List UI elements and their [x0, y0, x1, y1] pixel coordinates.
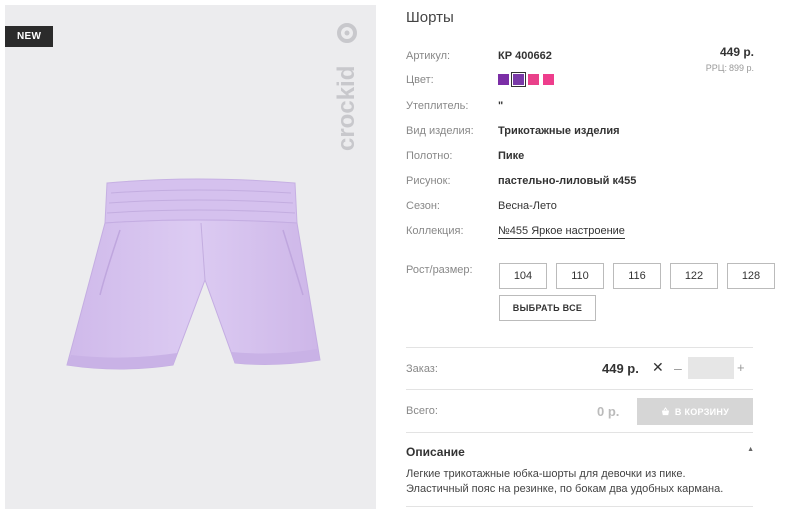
color-swatches	[498, 72, 554, 87]
season-label: Сезон:	[406, 200, 440, 212]
divider	[406, 389, 753, 390]
size-button-128[interactable]: 128	[727, 263, 775, 289]
order-price: 449 р.	[602, 361, 639, 376]
product-image-panel[interactable]: NEW crockid	[5, 5, 376, 509]
insulation-value: "	[498, 100, 504, 112]
rrp-price: РРЦ: 899 р.	[706, 63, 754, 73]
article-value: КР 400662	[498, 50, 552, 62]
rrp-value: 899 р.	[728, 63, 754, 73]
brand-logo-text: crockid	[333, 66, 360, 151]
color-swatch-purple-selected[interactable]	[511, 72, 526, 87]
color-swatch-purple[interactable]	[498, 74, 509, 85]
quantity-decrease-button[interactable]: –	[674, 360, 682, 376]
collapse-arrow-icon[interactable]: ▲	[747, 446, 754, 453]
size-button-110[interactable]: 110	[556, 263, 604, 289]
collection-link[interactable]: №455 Яркое настроение	[498, 225, 625, 239]
description-text: Легкие трикотажные юбка-шорты для девочк…	[406, 468, 724, 495]
article-label: Артикул:	[406, 50, 451, 62]
fabric-label: Полотно:	[406, 150, 453, 162]
fabric-value: Пике	[498, 150, 525, 162]
divider	[406, 506, 753, 507]
shorts-photo	[66, 178, 321, 370]
size-label: Рост/размер:	[406, 264, 473, 276]
rrp-label: РРЦ:	[705, 63, 727, 73]
size-options: 104 110 116 122 128	[499, 263, 775, 289]
quantity-increase-button[interactable]: +	[737, 360, 745, 375]
add-to-cart-label: В КОРЗИНУ	[674, 406, 730, 417]
season-value: Весна-Лето	[498, 200, 557, 212]
brand-logo: crockid	[333, 23, 360, 151]
insulation-label: Утеплитель:	[406, 100, 469, 112]
collection-value: №455 Яркое настроение	[498, 225, 625, 239]
color-label: Цвет:	[406, 74, 434, 86]
size-button-116[interactable]: 116	[613, 263, 661, 289]
product-price: 449 р.	[719, 45, 754, 59]
collection-label: Коллекция:	[406, 225, 464, 237]
description-title[interactable]: Описание	[406, 445, 465, 459]
type-value: Трикотажные изделия	[498, 125, 620, 137]
select-all-button[interactable]: ВЫБРАТЬ ВСЕ	[499, 295, 596, 321]
order-label: Заказ:	[406, 363, 438, 375]
type-label: Вид изделия:	[406, 125, 474, 137]
product-info: Шорты 449 р. РРЦ: 899 р. Артикул: КР 4006…	[406, 0, 775, 509]
pattern-value: пастельно-лиловый к455	[498, 175, 637, 187]
size-button-104[interactable]: 104	[499, 263, 547, 289]
total-value: 0 р.	[597, 404, 620, 419]
pattern-label: Рисунок:	[406, 175, 451, 187]
clear-order-icon[interactable]: ✕	[652, 359, 664, 376]
quantity-input[interactable]	[688, 357, 734, 379]
product-title: Шорты	[406, 9, 454, 26]
size-button-122[interactable]: 122	[670, 263, 718, 289]
divider	[406, 432, 753, 433]
divider	[406, 347, 753, 348]
basket-icon	[661, 407, 669, 416]
new-badge: NEW	[5, 26, 54, 47]
color-swatch-pink-2[interactable]	[543, 74, 554, 85]
add-to-cart-button[interactable]: В КОРЗИНУ	[637, 398, 753, 425]
total-label: Всего:	[406, 405, 438, 417]
color-swatch-pink[interactable]	[528, 74, 539, 85]
